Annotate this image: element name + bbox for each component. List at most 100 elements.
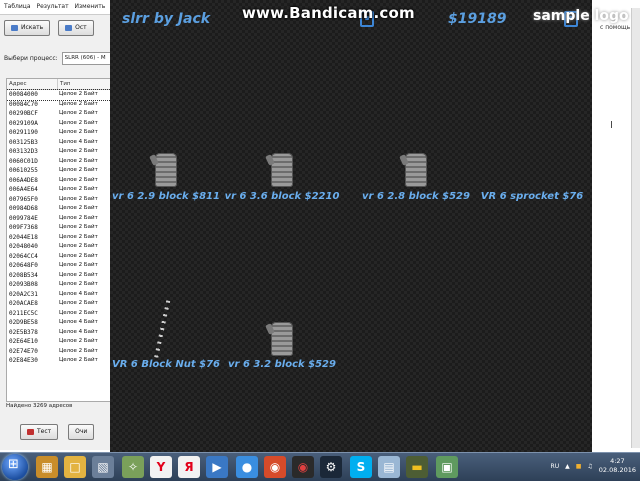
type-cell: Целое 2 Байт bbox=[59, 357, 98, 363]
table-row[interactable]: 003132D3 Целое 2 Байт bbox=[7, 147, 118, 157]
address-cell: 00984D68 bbox=[9, 205, 38, 212]
chrome-icon[interactable]: ◉ bbox=[264, 456, 286, 478]
address-cell: 006A4DE8 bbox=[9, 176, 38, 184]
media-icon[interactable]: ▶ bbox=[206, 456, 228, 478]
table-row[interactable]: 02D9BE58 Целое 4 Байт bbox=[7, 318, 118, 328]
block-nut-icon bbox=[153, 300, 171, 360]
game-window[interactable]: slrr by Jack $19189 vr 6 2.9 block $811 … bbox=[110, 0, 592, 452]
tray-arrow-icon[interactable]: ▲ bbox=[565, 463, 570, 470]
table-row[interactable]: 00084C70 Целое 2 Байт bbox=[7, 100, 118, 110]
type-cell: Целое 4 Байт bbox=[59, 290, 98, 297]
type-cell: Целое 2 Байт bbox=[59, 129, 98, 135]
table-row[interactable]: 02093B08 Целое 2 Байт bbox=[7, 280, 118, 290]
address-cell: 0099784E bbox=[9, 214, 38, 222]
search-button[interactable]: Искать bbox=[4, 20, 51, 36]
table-row[interactable]: 020A2C31 Целое 4 Байт bbox=[7, 290, 118, 300]
table-row[interactable]: 020ACAE8 Целое 2 Байт bbox=[7, 299, 118, 309]
table-row[interactable]: 02E5B378 Целое 4 Байт bbox=[7, 328, 118, 338]
yandex-browser-icon[interactable]: Я bbox=[178, 456, 200, 478]
process-label: Выбери процесс: bbox=[4, 55, 58, 62]
type-cell: Целое 2 Байт bbox=[59, 262, 98, 268]
type-cell: Целое 2 Байт bbox=[59, 300, 98, 306]
test-button-label: Тест bbox=[37, 428, 52, 435]
steam-icon[interactable]: ⚙ bbox=[320, 456, 342, 478]
process-picker: Выбери процесс: SLRR (606) - M bbox=[4, 52, 118, 65]
game-title: slrr by Jack bbox=[122, 11, 211, 27]
calculator-icon[interactable]: ▧ bbox=[92, 456, 114, 478]
table-row[interactable]: 020648F0 Целое 2 Байт bbox=[7, 261, 118, 271]
address-cell: 02048040 bbox=[9, 243, 38, 250]
table-row[interactable]: 00291190 Целое 2 Байт bbox=[7, 128, 118, 138]
table-row[interactable]: 0211EC5C Целое 2 Байт bbox=[7, 309, 118, 319]
scanner-window: Таблица Результат Изменить П Искать Ост … bbox=[0, 0, 119, 450]
table-row[interactable]: 02044E18 Целое 2 Байт bbox=[7, 233, 118, 243]
table-row[interactable]: 006A4E64 Целое 2 Байт bbox=[7, 185, 118, 195]
table-row[interactable]: 00290BCF Целое 2 Байт bbox=[7, 109, 118, 119]
stop-button[interactable]: Ост bbox=[58, 20, 94, 36]
table-row[interactable]: 02E64E10 Целое 2 Байт bbox=[7, 337, 118, 347]
language-indicator[interactable]: RU bbox=[551, 463, 560, 470]
address-cell: 020648F0 bbox=[9, 262, 38, 269]
table-row[interactable]: 00984D68 Целое 2 Байт bbox=[7, 204, 118, 214]
engine-block-icon bbox=[271, 322, 293, 356]
part-label: VR 6 Block Nut $76 bbox=[112, 359, 220, 370]
start-button[interactable] bbox=[2, 454, 28, 480]
explorer-icon[interactable]: ▦ bbox=[36, 456, 58, 478]
type-cell: Целое 2 Байт bbox=[59, 91, 98, 97]
address-cell: 02E84E30 bbox=[9, 357, 38, 364]
table-row[interactable]: 0060C01D Целое 2 Байт bbox=[7, 157, 118, 167]
address-cell: 007965F0 bbox=[9, 195, 38, 203]
scrollbar[interactable] bbox=[631, 8, 640, 448]
table-row[interactable]: 02E84E30 Целое 2 Байт bbox=[7, 356, 118, 366]
menu-item-result[interactable]: Результат bbox=[36, 3, 68, 10]
type-cell: Целое 2 Байт bbox=[59, 271, 98, 278]
results-grid[interactable]: Адрес Тип 00084000 Целое 2 Байт 00084C70 Це… bbox=[6, 78, 118, 402]
table-row[interactable]: 00084000 Целое 2 Байт bbox=[7, 89, 118, 101]
apps-icon[interactable]: ✧ bbox=[122, 456, 144, 478]
column-type[interactable]: Тип bbox=[58, 79, 71, 89]
clear-button[interactable]: Очи bbox=[68, 424, 95, 440]
folder-icon[interactable]: □ bbox=[64, 456, 86, 478]
address-cell: 02D9BE58 bbox=[9, 319, 38, 326]
table-row[interactable]: 007965F0 Целое 2 Байт bbox=[7, 195, 118, 205]
network-icon[interactable]: ■ bbox=[576, 463, 582, 470]
column-address[interactable]: Адрес bbox=[7, 79, 58, 89]
menu-item-table[interactable]: Таблица bbox=[4, 3, 31, 10]
type-cell: Целое 2 Байт bbox=[59, 309, 98, 316]
table-row[interactable]: 003125B3 Целое 4 Байт bbox=[7, 138, 118, 148]
type-cell: Целое 2 Байт bbox=[59, 148, 98, 154]
volume-icon[interactable]: ♫ bbox=[587, 463, 592, 470]
game-icon[interactable]: ◉ bbox=[292, 456, 314, 478]
table-row[interactable]: 006A4DE8 Целое 2 Байт bbox=[7, 176, 118, 186]
table-row[interactable]: 0208B534 Целое 2 Байт bbox=[7, 271, 118, 281]
car-icon[interactable]: ▬ bbox=[406, 456, 428, 478]
help-hint: с помощь bbox=[600, 24, 631, 31]
table-row[interactable]: 0029109A Целое 2 Байт bbox=[7, 119, 118, 129]
address-cell: 02E5B378 bbox=[9, 328, 38, 336]
yandex-icon[interactable]: Y bbox=[150, 456, 172, 478]
type-cell: Целое 2 Байт bbox=[59, 243, 98, 249]
address-cell: 0029109A bbox=[9, 119, 38, 127]
type-cell: Целое 2 Байт bbox=[59, 167, 98, 173]
media-player-icon[interactable]: ● bbox=[236, 456, 258, 478]
engine-block-icon bbox=[405, 153, 427, 187]
table-row[interactable]: 00610255 Целое 2 Байт bbox=[7, 166, 118, 176]
menu-item-edit[interactable]: Изменить bbox=[74, 3, 105, 10]
table-row[interactable]: 009F7368 Целое 2 Байт bbox=[7, 223, 118, 233]
clock-date: 02.08.2016 bbox=[598, 466, 636, 474]
notepad-icon[interactable]: ▤ bbox=[378, 456, 400, 478]
clock[interactable]: 4:27 02.08.2016 bbox=[599, 457, 636, 475]
part-label: VR 6 sprocket $76 bbox=[480, 191, 584, 202]
test-button[interactable]: Тест bbox=[20, 424, 59, 440]
table-row[interactable]: 02064CC4 Целое 2 Байт bbox=[7, 252, 118, 262]
address-cell: 020A2C31 bbox=[9, 290, 38, 298]
table-row[interactable]: 02E74E70 Целое 2 Байт bbox=[7, 347, 118, 357]
search-icon bbox=[11, 25, 18, 31]
table-row[interactable]: 02048040 Целое 2 Байт bbox=[7, 242, 118, 252]
type-cell: Целое 2 Байт bbox=[59, 252, 98, 259]
skype-icon[interactable]: S bbox=[350, 456, 372, 478]
type-cell: Целое 4 Байт bbox=[59, 328, 98, 335]
table-row[interactable]: 0099784E Целое 2 Байт bbox=[7, 214, 118, 224]
clipboard-icon[interactable]: ▣ bbox=[436, 456, 458, 478]
type-cell: Целое 2 Байт bbox=[59, 195, 98, 202]
